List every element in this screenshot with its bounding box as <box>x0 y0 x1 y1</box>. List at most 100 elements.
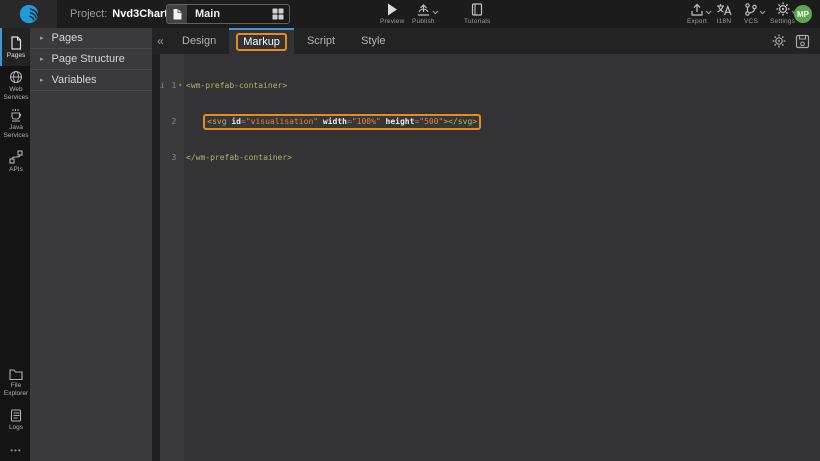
app-logo[interactable] <box>0 0 57 28</box>
tab-design[interactable]: Design <box>169 28 229 54</box>
gutter-line-1: i 1 ▾ <box>152 80 184 92</box>
tutorials-book-icon <box>471 3 483 16</box>
attr-height-value: "500" <box>419 117 443 126</box>
tutorials-label: Tutorials <box>464 18 490 25</box>
panel-section-pages[interactable]: ▸ Pages <box>30 28 152 49</box>
editor-tab-bar: « Design Markup Script Style <box>152 28 820 54</box>
rail-item-pages[interactable]: Pages <box>0 28 30 66</box>
panel-section-variables[interactable]: ▸ Variables <box>30 70 152 91</box>
preview-play-icon <box>387 3 398 16</box>
gutter-line-2: 2 <box>152 116 184 128</box>
code-lines: i 1 ▾ <wm-prefab-container> 2 <svg id="v… <box>152 56 820 188</box>
vcs-caret-icon <box>759 10 766 15</box>
publish-label: Publish <box>412 18 435 25</box>
tab-style[interactable]: Style <box>348 28 398 54</box>
export-caret-icon <box>705 10 712 15</box>
left-navigation-rail: Pages Web Services Java Ser <box>0 28 30 461</box>
more-dots-icon: ••• <box>10 446 21 455</box>
rail-item-file-explorer[interactable]: File Explorer <box>0 363 30 401</box>
page-settings-gear-icon[interactable] <box>772 34 786 48</box>
page-tab-name: Main <box>195 8 220 20</box>
panel-label-variables: Variables <box>52 74 97 86</box>
panel-label-pages: Pages <box>52 32 83 44</box>
tab-markup-label: Markup <box>243 36 280 48</box>
markup-code-editor[interactable]: i 1 ▾ <wm-prefab-container> 2 <svg id="v… <box>152 54 820 461</box>
apis-connector-icon <box>9 150 23 164</box>
fold-toggle-icon[interactable]: ▾ <box>176 80 184 92</box>
code-text-line-2: <svg id="visualisation" width="100%" hei… <box>184 116 481 128</box>
wavemaker-studio-window: Project: Nvd3Chart › Main <box>0 0 820 461</box>
code-line-3: 3 </wm-prefab-container> <box>152 152 820 164</box>
tab-script[interactable]: Script <box>294 28 348 54</box>
attr-id: id <box>231 117 241 126</box>
i18n-translate-icon <box>716 3 732 16</box>
code-line-1: i 1 ▾ <wm-prefab-container> <box>152 80 820 92</box>
panel-collapse-button[interactable]: « <box>152 28 169 54</box>
open-page-tab[interactable]: Main <box>166 4 290 24</box>
java-services-coffee-icon <box>9 108 23 122</box>
settings-button[interactable]: Settings <box>770 3 795 25</box>
export-button[interactable]: Export <box>687 3 707 25</box>
svg-open-tag: <svg <box>207 117 231 126</box>
attr-width: width <box>323 117 347 126</box>
rail-label-apis: APIs <box>9 166 23 173</box>
pages-side-panel: ▸ Pages ▸ Page Structure ▸ Variables <box>30 28 152 461</box>
project-breadcrumb: Project: Nvd3Chart <box>70 0 168 28</box>
attr-width-value: "100%" <box>352 117 386 126</box>
settings-gear-icon <box>776 3 790 16</box>
tab-design-label: Design <box>182 35 216 47</box>
line-number-1: 1 <box>166 80 177 92</box>
preview-label: Preview <box>380 18 405 25</box>
save-icon[interactable] <box>795 34 810 49</box>
page-layout-grid-icon[interactable] <box>272 8 284 20</box>
editor-actions <box>772 28 820 54</box>
export-label: Export <box>687 18 707 25</box>
rail-spacer <box>0 180 30 363</box>
page-file-icon <box>167 5 187 23</box>
rail-item-java-services[interactable]: Java Services <box>0 104 30 142</box>
attr-id-value: "visualisation" <box>246 117 323 126</box>
attr-height: height <box>386 117 415 126</box>
pages-expand-icon: ▸ <box>40 34 44 42</box>
rail-item-logs[interactable]: Logs <box>0 401 30 439</box>
vcs-button[interactable]: VCS <box>744 3 758 25</box>
rail-item-apis[interactable]: APIs <box>0 142 30 180</box>
variables-expand-icon: ▸ <box>40 76 44 84</box>
settings-label: Settings <box>770 18 795 25</box>
tab-style-label: Style <box>361 35 385 47</box>
publish-button[interactable]: Publish <box>412 3 435 25</box>
svg-close-tag: ></svg> <box>443 117 477 126</box>
rail-item-web-services[interactable]: Web Services <box>0 66 30 104</box>
code-line-2: 2 <svg id="visualisation" width="100%" h… <box>152 116 820 128</box>
export-upload-icon <box>690 3 704 16</box>
vcs-branch-icon <box>744 3 758 16</box>
user-avatar[interactable]: MP <box>794 5 812 23</box>
tutorials-button[interactable]: Tutorials <box>464 3 490 25</box>
i18n-button[interactable]: I18N <box>716 3 732 25</box>
web-services-globe-icon <box>9 70 23 84</box>
code-text-line-3: </wm-prefab-container> <box>184 152 292 164</box>
panel-section-page-structure[interactable]: ▸ Page Structure <box>30 49 152 70</box>
line-number-3: 3 <box>166 152 177 164</box>
project-name: Nvd3Chart <box>112 8 168 20</box>
rail-item-more[interactable]: ••• <box>0 439 30 461</box>
rail-label-logs: Logs <box>9 424 23 431</box>
panel-label-page-structure: Page Structure <box>52 53 125 65</box>
tab-markup[interactable]: Markup <box>229 28 294 54</box>
rail-label-pages: Pages <box>7 52 25 59</box>
page-editor: « Design Markup Script Style <box>152 28 820 461</box>
wavemaker-logo-icon <box>18 3 40 25</box>
i18n-label: I18N <box>717 18 732 25</box>
page-structure-expand-icon: ▸ <box>40 55 44 63</box>
rail-label-java-services: Java Services <box>2 124 30 139</box>
preview-button[interactable]: Preview <box>380 3 405 25</box>
top-bar: Project: Nvd3Chart › Main <box>0 0 820 28</box>
rail-label-file-explorer: File Explorer <box>2 382 30 397</box>
logs-document-icon <box>10 409 22 422</box>
vcs-label: VCS <box>744 18 758 25</box>
rail-label-web-services: Web Services <box>2 86 30 101</box>
gutter-line-3: 3 <box>152 152 184 164</box>
code-text-line-1: <wm-prefab-container> <box>184 80 287 92</box>
tab-script-label: Script <box>307 35 335 47</box>
publish-upload-icon <box>416 3 431 16</box>
